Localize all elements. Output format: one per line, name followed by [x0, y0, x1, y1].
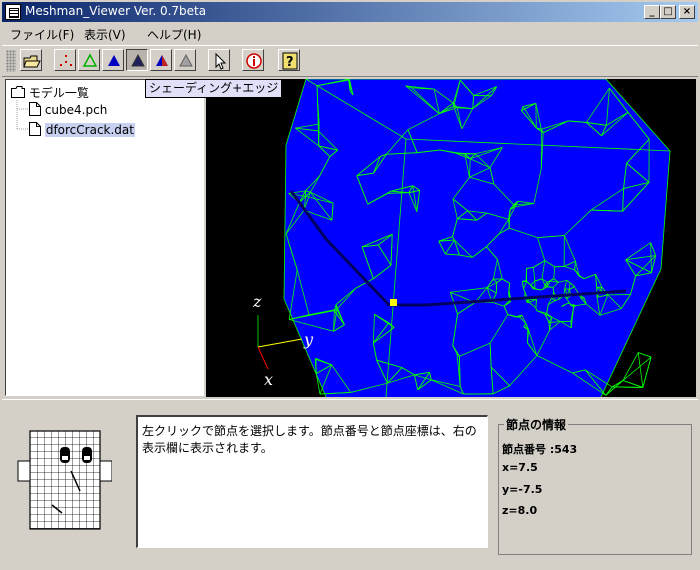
help-icon: ? — [282, 52, 298, 70]
hidden-line-button[interactable] — [174, 49, 196, 71]
shading-icon — [108, 55, 120, 66]
3d-viewport[interactable]: z y x — [206, 79, 696, 397]
select-button[interactable] — [208, 49, 230, 71]
file-icon — [29, 102, 41, 116]
maximize-button[interactable]: □ — [660, 5, 676, 19]
hidden-line-icon — [179, 53, 193, 67]
node-info-group: 節点の情報 節点番号 :543 x=7.5 y=-7.5 z=8.0 — [498, 416, 692, 555]
bottom-panel: 左クリックで節点を選択します。節点番号と節点座標は、右の表示欄に表示されます。 … — [2, 399, 698, 566]
folder-icon — [11, 86, 25, 98]
mesh-model — [283, 79, 671, 397]
color-shading-icon — [156, 55, 168, 66]
tree-item[interactable]: cube4.pch — [29, 102, 107, 117]
tree-root-label: モデル一覧 — [28, 86, 89, 100]
info-icon — [246, 53, 262, 69]
axis-label-z: z — [252, 292, 262, 311]
toolbar: ? — [2, 45, 698, 77]
node-info-title: 節点の情報 — [504, 416, 569, 433]
svg-text:?: ? — [286, 55, 294, 70]
robot-mascot-icon — [17, 430, 112, 530]
tree-item-label: cube4.pch — [44, 103, 108, 117]
shading-edge-button[interactable] — [126, 49, 148, 71]
menu-file[interactable]: ファイル(F) — [10, 26, 74, 43]
node-display-button[interactable] — [54, 49, 76, 71]
info-button[interactable] — [242, 49, 264, 71]
minimize-button[interactable]: _ — [644, 5, 660, 19]
node-number: 節点番号 :543 — [502, 443, 578, 456]
node-points-icon — [60, 55, 72, 66]
mesh-view[interactable]: z y x — [206, 79, 696, 397]
wireframe-button[interactable] — [78, 49, 100, 71]
app-window: Meshman_Viewer Ver. 0.7beta _ □ × ファイル(F… — [0, 0, 700, 570]
node-y: y=-7.5 — [502, 483, 543, 496]
wireframe-icon — [82, 53, 98, 67]
node-x: x=7.5 — [502, 461, 538, 474]
close-button[interactable]: × — [679, 5, 695, 19]
tree-item-selected[interactable]: dforcCrack.dat — [29, 122, 135, 137]
axis-label-x: x — [264, 370, 273, 389]
toolbar-grip[interactable] — [6, 50, 16, 72]
file-icon — [29, 122, 41, 136]
tooltip: シェーディング+エッジ — [145, 79, 283, 98]
select-cursor-icon — [215, 52, 227, 70]
model-tree[interactable]: モデル一覧 cube4.pch dforcCrack.dat — [5, 79, 204, 396]
message-area[interactable]: 左クリックで節点を選択します。節点番号と節点座標は、右の表示欄に表示されます。 — [136, 415, 488, 548]
shading-edge-icon — [131, 53, 145, 67]
window-title: Meshman_Viewer Ver. 0.7beta — [25, 4, 207, 18]
menu-bar: ファイル(F) 表示(V) ヘルプ(H) — [2, 23, 698, 43]
tree-root[interactable]: モデル一覧 — [11, 84, 89, 101]
title-bar[interactable]: Meshman_Viewer Ver. 0.7beta _ □ × — [2, 2, 698, 22]
open-folder-icon — [23, 55, 41, 68]
menu-help[interactable]: ヘルプ(H) — [147, 26, 201, 43]
shading-button[interactable] — [102, 49, 124, 71]
color-shading-button[interactable] — [150, 49, 172, 71]
tree-item-label: dforcCrack.dat — [44, 123, 135, 137]
axis-label-y: y — [303, 330, 314, 349]
open-button[interactable] — [20, 49, 42, 71]
node-z: z=8.0 — [502, 504, 538, 517]
app-icon[interactable] — [5, 4, 21, 20]
menu-view[interactable]: 表示(V) — [84, 26, 126, 43]
selected-node-marker — [390, 299, 397, 306]
help-button[interactable]: ? — [278, 49, 300, 71]
